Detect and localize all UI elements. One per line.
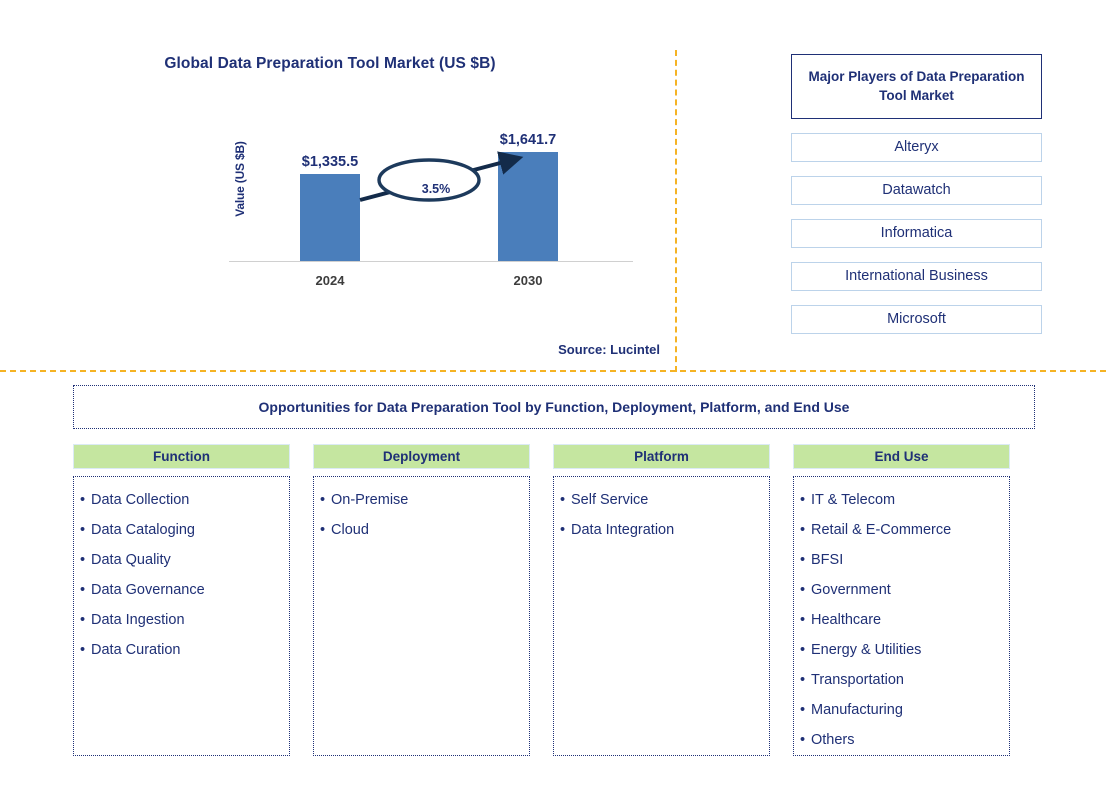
bullet-icon: • [320,492,326,508]
column-list-end-use: • IT & Telecom • Retail & E-Commerce • BFSI… [793,476,1010,756]
infographic-page: Global Data Preparation Tool Market (US … [0,0,1106,803]
column-function: Function • Data Collection • Data Catalogi… [73,444,290,756]
bullet-icon: • [800,492,806,508]
column-platform: Platform • Self Service • Data Integration [553,444,770,756]
list-item: • Cloud [320,515,523,545]
column-deployment: Deployment • On-Premise • Cloud [313,444,530,756]
column-header-platform: Platform [553,444,770,469]
list-item: • IT & Telecom [800,485,1003,515]
x-tick-2030: 2030 [513,273,543,288]
list-item-label: Retail & E-Commerce [811,522,952,538]
bullet-icon: • [80,642,86,658]
player-item-informatica[interactable]: Informatica [791,219,1042,248]
list-item-label: Manufacturing [811,702,903,718]
list-item-label: Others [811,732,855,748]
list-item: • Data Quality [80,545,283,575]
list-item-label: IT & Telecom [811,492,896,508]
bullet-icon: • [80,492,86,508]
list-item: • BFSI [800,545,1003,575]
player-item-datawatch[interactable]: Datawatch [791,176,1042,205]
list-item-label: Transportation [811,672,904,688]
bullet-icon: • [320,522,326,538]
cagr-label: 3.5% [421,182,451,196]
player-item-microsoft[interactable]: Microsoft [791,305,1042,334]
list-item: • Government [800,575,1003,605]
bullet-icon: • [80,522,86,538]
list-item: • Data Collection [80,485,283,515]
chart-title: Global Data Preparation Tool Market (US … [164,55,496,72]
list-item: • Manufacturing [800,695,1003,725]
horizontal-divider [0,370,1106,372]
column-end-use: End Use • IT & Telecom • Retail & E-Commer… [793,444,1010,756]
list-item-label: Cloud [331,522,369,538]
bullet-icon: • [80,582,86,598]
list-item-label: BFSI [811,552,844,568]
list-item: • Data Curation [80,635,283,665]
column-header-end-use: End Use [793,444,1010,469]
market-bar-chart: Value (US $B) $1,335.5 $1,641.7 2024 203… [228,130,640,290]
bullet-icon: • [800,552,806,568]
bullet-icon: • [560,492,566,508]
bullet-icon: • [800,672,806,688]
opportunity-columns: Function • Data Collection • Data Catalogi… [73,444,1033,756]
cagr-arrow-icon [359,151,524,202]
bullet-icon: • [800,522,806,538]
x-axis-line [229,261,633,262]
y-axis-label: Value (US $B) [233,141,247,217]
major-players-panel: Major Players of Data Preparation Tool M… [791,54,1042,334]
player-item-international-business[interactable]: International Business [791,262,1042,291]
column-list-function: • Data Collection • Data Cataloging • Data … [73,476,290,756]
list-item: • Data Integration [560,515,763,545]
list-item: • Data Governance [80,575,283,605]
list-item-label: Government [811,582,891,598]
source-note: Source: Lucintel [558,342,660,357]
list-item-label: On-Premise [331,492,409,508]
list-item: • Retail & E-Commerce [800,515,1003,545]
list-item-label: Data Quality [91,552,171,568]
bar-2024 [300,174,360,261]
bullet-icon: • [80,612,86,628]
list-item-label: Healthcare [811,612,882,628]
list-item: • Transportation [800,665,1003,695]
x-tick-2024: 2024 [315,273,345,288]
column-list-deployment: • On-Premise • Cloud [313,476,530,756]
major-players-heading: Major Players of Data Preparation Tool M… [791,54,1042,119]
list-item: • Others [800,725,1003,755]
bullet-icon: • [800,642,806,658]
bullet-icon: • [80,552,86,568]
bullet-icon: • [560,522,566,538]
list-item: • Data Ingestion [80,605,283,635]
opportunities-banner: Opportunities for Data Preparation Tool … [73,385,1035,429]
list-item-label: Self Service [571,492,649,508]
bullet-icon: • [800,582,806,598]
list-item-label: Energy & Utilities [811,642,922,658]
opportunities-banner-text: Opportunities for Data Preparation Tool … [258,399,850,415]
list-item: • Energy & Utilities [800,635,1003,665]
list-item: • Healthcare [800,605,1003,635]
column-list-platform: • Self Service • Data Integration [553,476,770,756]
list-item-label: Data Ingestion [91,612,185,628]
list-item-label: Data Cataloging [91,522,195,538]
bullet-icon: • [800,702,806,718]
list-item-label: Data Integration [571,522,675,538]
column-header-function: Function [73,444,290,469]
bar-value-2024: $1,335.5 [301,154,359,170]
bar-value-2030: $1,641.7 [499,132,557,148]
bullet-icon: • [800,612,806,628]
list-item: • Self Service [560,485,763,515]
vertical-divider [675,50,677,372]
player-item-alteryx[interactable]: Alteryx [791,133,1042,162]
bullet-icon: • [800,732,806,748]
list-item: • On-Premise [320,485,523,515]
list-item-label: Data Collection [91,492,190,508]
list-item: • Data Cataloging [80,515,283,545]
column-header-deployment: Deployment [313,444,530,469]
list-item-label: Data Governance [91,582,205,598]
list-item-label: Data Curation [91,642,181,658]
